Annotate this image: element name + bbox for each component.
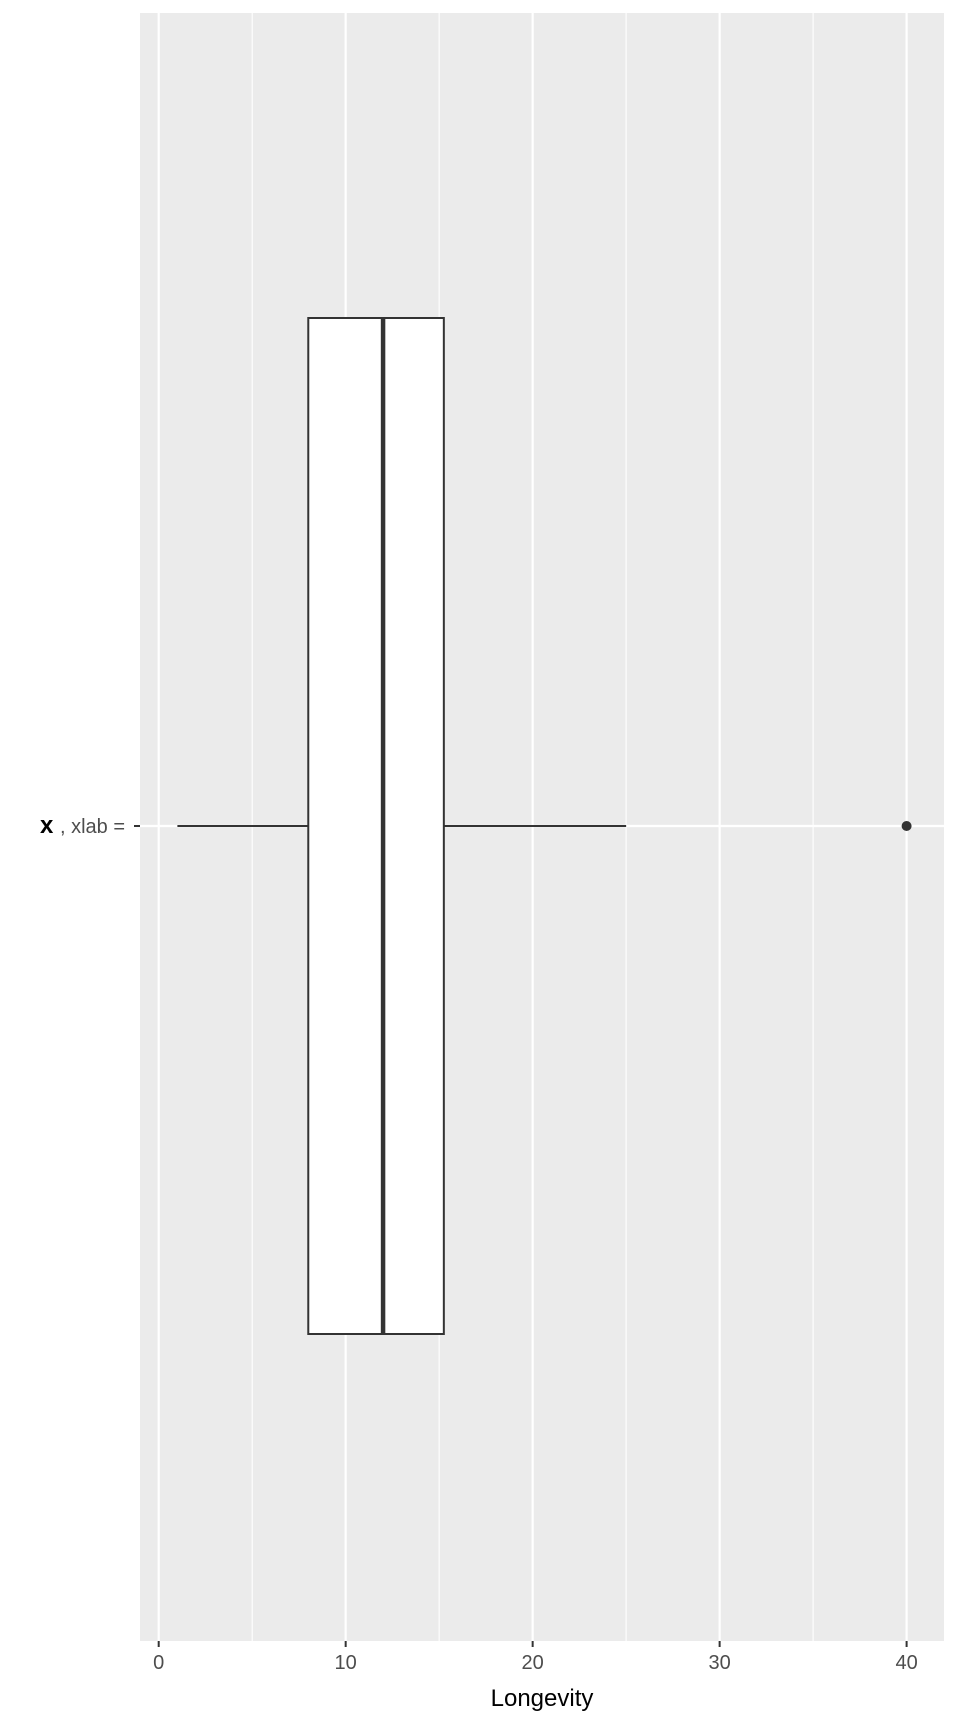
box-iqr: [307, 317, 445, 1335]
chart-svg: 0 10 20 30 40 x , xlab = Longevity: [40, 13, 944, 1712]
y-tick-label-rest: , xlab =: [60, 816, 125, 838]
y-tick-label-bold: x: [40, 812, 60, 839]
y-axis: x , xlab =: [40, 812, 140, 839]
y-tick-label: x , xlab =: [40, 812, 125, 839]
x-tick-label: 40: [895, 1652, 917, 1674]
x-tick-label: 10: [335, 1652, 357, 1674]
x-axis-title: Longevity: [491, 1685, 594, 1712]
boxplot-chart: 0 10 20 30 40 x , xlab = Longevity: [0, 0, 960, 1728]
x-axis: 0 10 20 30 40: [153, 1641, 918, 1674]
outlier-point: [901, 821, 912, 831]
x-tick-label: 30: [709, 1652, 731, 1674]
x-tick-label: 0: [153, 1652, 164, 1674]
x-tick-label: 20: [522, 1652, 544, 1674]
